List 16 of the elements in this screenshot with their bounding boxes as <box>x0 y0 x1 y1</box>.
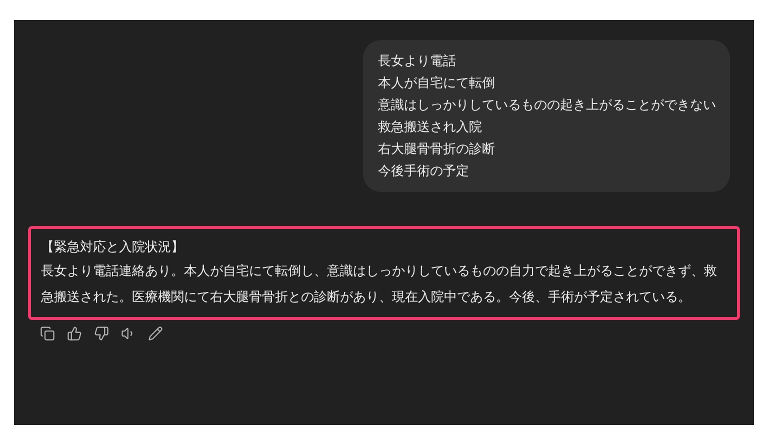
message-line: 意識はしっかりしているものの起き上がることができない <box>378 96 716 114</box>
message-line: 長女より電話 <box>378 52 457 70</box>
thumbs-down-icon <box>94 326 109 341</box>
message-line: 救急搬送され入院 <box>378 118 483 136</box>
thumbs-up-icon <box>67 326 82 341</box>
thumbs-up-button[interactable] <box>67 326 82 341</box>
message-line: 今後手術の予定 <box>378 162 470 180</box>
thumbs-down-button[interactable] <box>94 326 109 341</box>
pencil-icon <box>148 326 163 341</box>
message-line: 本人が自宅にて転倒 <box>378 74 496 92</box>
copy-icon <box>40 326 55 341</box>
copy-button[interactable] <box>40 326 55 341</box>
pencil-button[interactable] <box>148 326 163 341</box>
response-heading: 【緊急対応と入院状況】 <box>41 238 185 256</box>
response-text: 長女より電話連絡あり。本人が自宅にて転倒し、意識はしっかりしているものの自力で起き上がることができず、救急搬送された。医療機関にて右大腿骨骨折との診断があり、現在入院中である。今後、手術が予定されている。 <box>41 262 718 306</box>
message-line: 右大腿骨骨折の診断 <box>378 140 496 158</box>
